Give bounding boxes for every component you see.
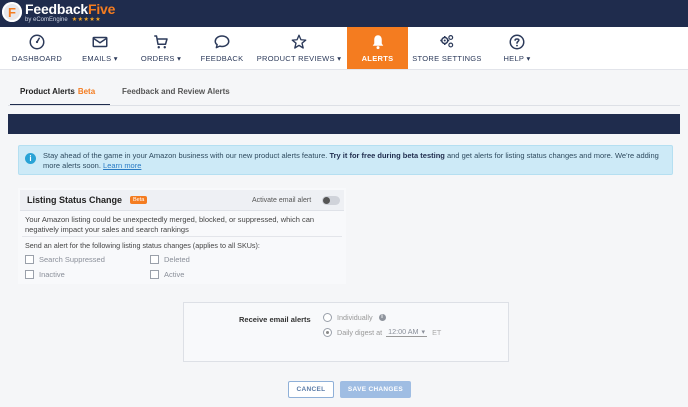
cart-icon (154, 35, 168, 49)
logo-subtitle: by eComEngine ★★★★★ (25, 17, 115, 23)
beta-info-banner: i Stay ahead of the game in your Amazon … (18, 145, 673, 175)
checkbox-box (25, 270, 34, 279)
nav-emails[interactable]: EMAILS ▾ (74, 27, 126, 69)
section-header-band (8, 114, 680, 134)
checkbox-box (150, 255, 159, 264)
card-description: Your Amazon listing could be unexpectedl… (25, 215, 315, 234)
nav-alerts-label: ALERTS (361, 54, 394, 63)
bell-icon (372, 35, 383, 50)
checkbox-search-suppressed-label: Search Suppressed (39, 255, 105, 264)
checkbox-active[interactable]: Active (150, 270, 184, 279)
feedbackfive-logo[interactable]: F FeedbackFive by eComEngine ★★★★★ (2, 2, 115, 23)
checkbox-deleted-label: Deleted (164, 255, 190, 264)
nav-product-reviews[interactable]: PRODUCT REVIEWS ▾ (257, 27, 341, 69)
star-icon (291, 34, 307, 49)
nav-help[interactable]: HELP ▾ (494, 27, 540, 69)
speech-bubble-icon (214, 35, 230, 49)
banner-text: Stay ahead of the game in your Amazon bu… (43, 151, 665, 171)
radio-individually-label: Individually (337, 313, 373, 322)
banner-text-intro: Stay ahead of the game in your Amazon bu… (43, 151, 328, 160)
nav-dashboard-label: DASHBOARD (11, 54, 63, 63)
top-header-bar: F FeedbackFive by eComEngine ★★★★★ (0, 0, 688, 27)
gauge-icon (29, 34, 45, 50)
logo-title: FeedbackFive (25, 2, 115, 16)
card-divider (22, 236, 342, 237)
nav-orders-label: ORDERS ▾ (140, 54, 182, 63)
digest-time-value: 12:00 AM (388, 327, 419, 336)
nav-store-settings[interactable]: STORE SETTINGS (412, 27, 482, 69)
radio-individually-row: Individually i (323, 313, 386, 322)
checkbox-active-label: Active (164, 270, 185, 279)
banner-text-bold: Try it for free during beta testing (329, 151, 445, 160)
logo-subtitle-text: by eComEngine (25, 17, 68, 23)
learn-more-link[interactable]: Learn more (103, 161, 141, 170)
nav-dashboard[interactable]: DASHBOARD (2, 27, 72, 69)
logo-text: FeedbackFive by eComEngine ★★★★★ (25, 2, 115, 23)
checkbox-search-suppressed[interactable]: Search Suppressed (25, 255, 105, 264)
tab-beta-label: Beta (77, 87, 96, 96)
nav-feedback[interactable]: FEEDBACK (195, 27, 249, 69)
cancel-button[interactable]: CANCEL (288, 381, 334, 398)
email-frequency-panel: Receive email alerts Individually i Dail… (183, 302, 509, 362)
gears-icon (440, 35, 454, 48)
logo-stars: ★★★★★ (71, 17, 102, 23)
info-icon: i (25, 153, 36, 164)
activate-email-alert-label: Activate email alert (252, 197, 312, 204)
caret-down-icon: ▾ (421, 327, 426, 336)
nav-feedback-label: FEEDBACK (200, 54, 244, 63)
tab-feedback-review-label: Feedback and Review Alerts (122, 87, 230, 96)
checkbox-inactive[interactable]: Inactive (25, 270, 65, 279)
tab-product-alerts-label: Product Alerts (20, 87, 75, 96)
main-navigation: DASHBOARD EMAILS ▾ ORDERS ▾ FEEDBACK PRO… (0, 27, 688, 70)
nav-store-settings-label: STORE SETTINGS (412, 54, 482, 63)
card-title: Listing Status Change (27, 195, 123, 205)
listing-status-change-card: Listing Status Change Beta Activate emai… (18, 188, 346, 284)
beta-badge: Beta (130, 196, 148, 204)
envelope-icon (92, 36, 108, 48)
receive-email-alerts-label: Receive email alerts (239, 315, 311, 324)
radio-daily-digest-row: Daily digest at 12:00 AM ▾ ET (323, 327, 441, 337)
checkbox-inactive-label: Inactive (39, 270, 65, 279)
tab-divider (8, 105, 680, 106)
save-changes-button[interactable]: SAVE CHANGES (340, 381, 411, 398)
card-header: Listing Status Change Beta Activate emai… (20, 190, 344, 211)
logo-badge-icon: F (2, 2, 22, 22)
timezone-label: ET (432, 327, 442, 337)
logo-title-main: Feedback (25, 1, 88, 17)
checkbox-box (25, 255, 34, 264)
nav-orders[interactable]: ORDERS ▾ (134, 27, 188, 69)
nav-alerts[interactable]: ALERTS (347, 27, 408, 69)
tab-product-alerts[interactable]: Product Alerts Beta (10, 80, 110, 106)
digest-time-select[interactable]: 12:00 AM ▾ (386, 327, 428, 337)
nav-product-reviews-label: PRODUCT REVIEWS ▾ (256, 54, 342, 63)
radio-daily-digest-label: Daily digest at (337, 327, 383, 337)
nav-help-label: HELP ▾ (503, 54, 531, 63)
checkbox-deleted[interactable]: Deleted (150, 255, 190, 264)
send-alert-label: Send an alert for the following listing … (25, 241, 260, 250)
question-icon (509, 34, 525, 50)
info-icon[interactable]: i (378, 314, 386, 321)
activate-email-alert-toggle[interactable] (322, 196, 340, 205)
radio-individually[interactable] (323, 313, 332, 322)
checkbox-box (150, 270, 159, 279)
nav-emails-label: EMAILS ▾ (82, 54, 118, 63)
logo-title-accent: Five (88, 1, 116, 17)
radio-daily-digest[interactable] (323, 327, 332, 337)
tab-feedback-review-alerts[interactable]: Feedback and Review Alerts (122, 80, 230, 104)
